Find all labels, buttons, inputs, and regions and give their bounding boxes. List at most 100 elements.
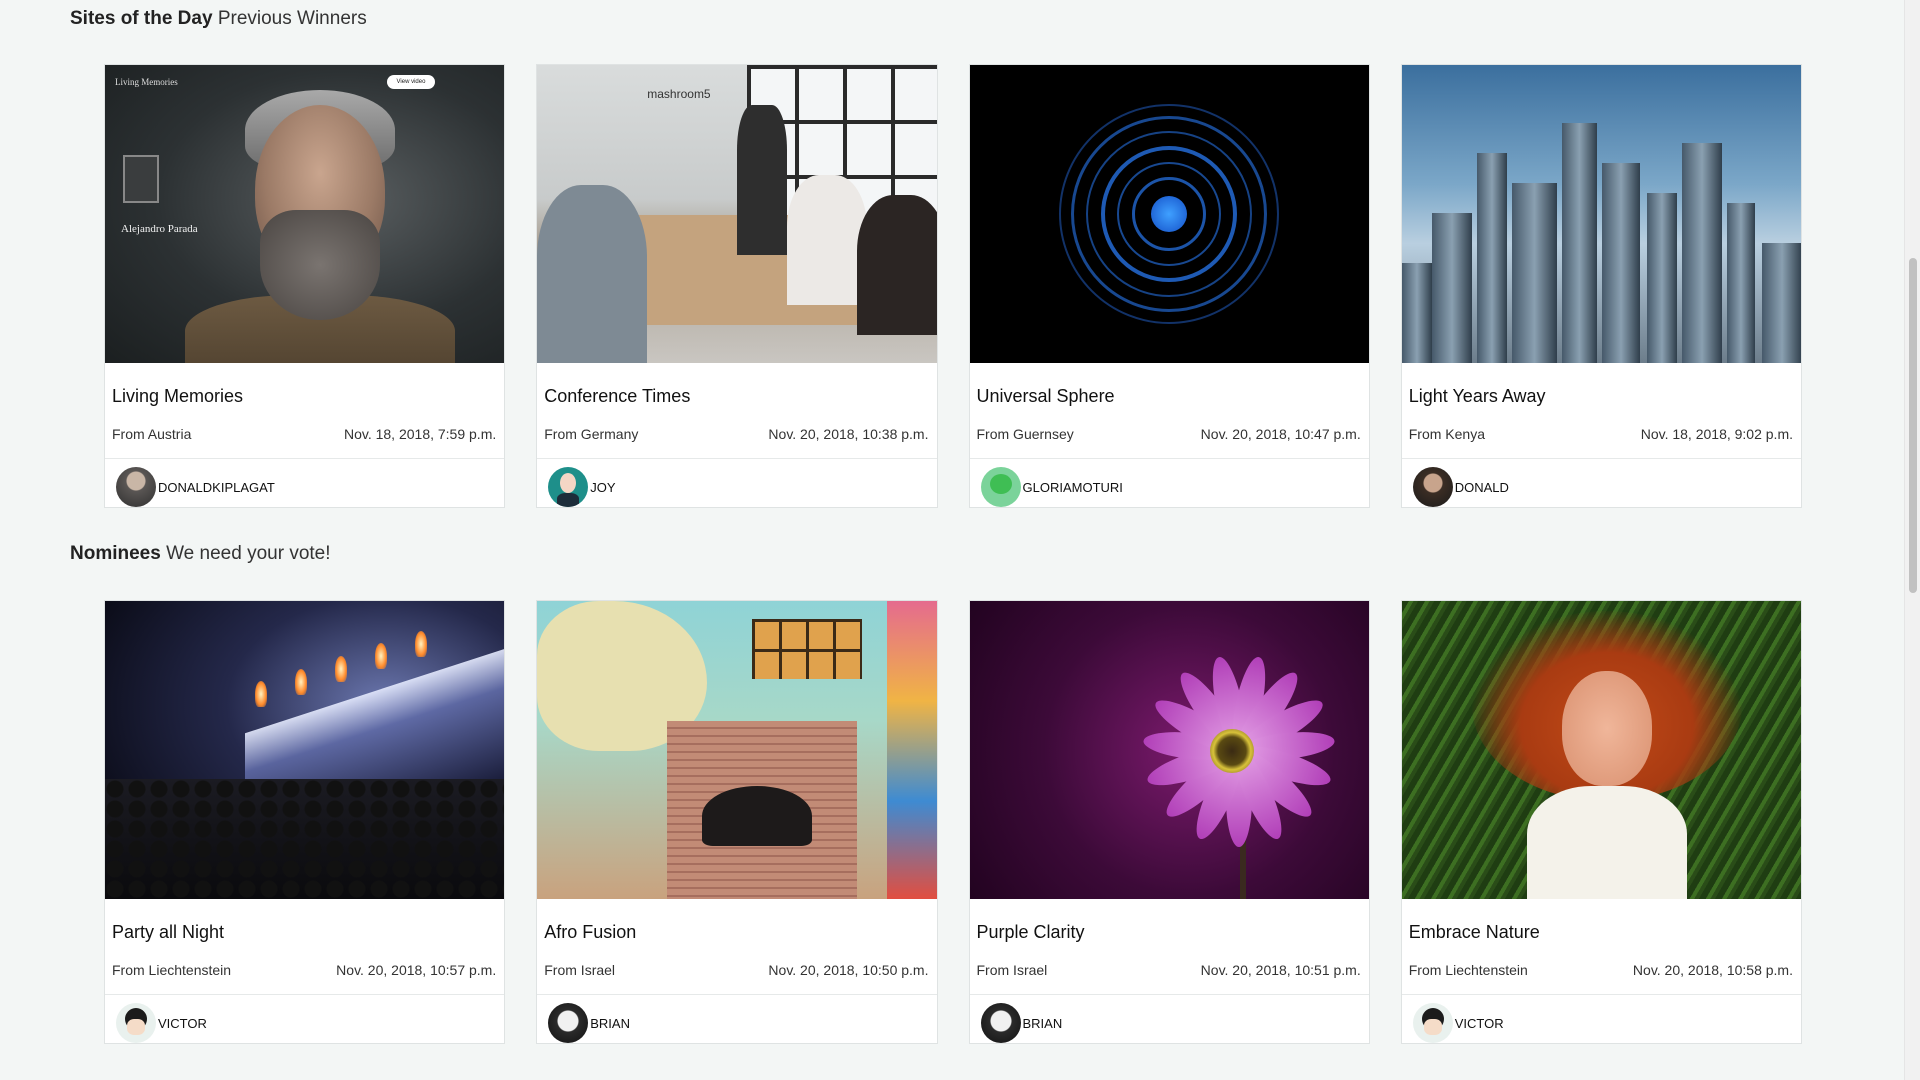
site-date: Nov. 18, 2018, 9:02 p.m. [1640, 426, 1793, 443]
site-author[interactable]: GLORIAMOTURI [970, 459, 1369, 507]
thumbnail-shape [1646, 193, 1677, 364]
site-card[interactable]: Light Years Away From Kenya Nov. 18, 201… [1400, 64, 1802, 508]
scrollbar-thumb[interactable] [1909, 258, 1917, 593]
site-meta: From Germany Nov. 20, 2018, 10:38 p.m. [537, 416, 936, 449]
site-author[interactable]: DONALDKIPLAGAT [105, 459, 504, 507]
site-thumbnail[interactable] [537, 601, 937, 900]
site-meta: From Israel Nov. 20, 2018, 10:51 p.m. [970, 952, 1369, 985]
nominees-title: Nominees [70, 543, 161, 564]
winners-subtitle: Previous Winners [217, 8, 367, 29]
site-date: Nov. 20, 2018, 10:51 p.m. [1200, 962, 1361, 979]
thumbnail-shape [1726, 203, 1755, 364]
site-thumbnail[interactable] [969, 601, 1369, 900]
site-author[interactable]: VICTOR [105, 995, 504, 1043]
thumbnail-portrait-photo [123, 155, 159, 203]
site-title[interactable]: Living Memories [105, 363, 504, 416]
site-date: Nov. 20, 2018, 10:50 p.m. [768, 962, 929, 979]
thumbnail-shape [1526, 786, 1687, 900]
thumbnail-shape [335, 656, 347, 682]
site-date: Nov. 20, 2018, 10:38 p.m. [768, 426, 929, 443]
site-thumbnail[interactable] [1401, 65, 1801, 364]
avatar[interactable] [980, 1003, 1021, 1043]
site-country: From Israel [976, 962, 1048, 979]
thumbnail-shape [1476, 153, 1507, 364]
site-card[interactable]: Afro Fusion From Israel Nov. 20, 2018, 1… [536, 600, 938, 1044]
site-meta: From Austria Nov. 18, 2018, 7:59 p.m. [105, 416, 504, 449]
site-meta: From Liechtenstein Nov. 20, 2018, 10:57 … [105, 952, 504, 985]
site-title[interactable]: Conference Times [537, 363, 936, 416]
avatar[interactable] [1412, 467, 1453, 507]
avatar[interactable] [548, 1003, 589, 1043]
thumbnail-shape [1561, 123, 1597, 364]
site-meta: From Kenya Nov. 18, 2018, 9:02 p.m. [1402, 416, 1801, 449]
thumbnail-shape [752, 619, 863, 679]
thumbnail-shape [702, 786, 813, 846]
site-author[interactable]: BRIAN [970, 995, 1369, 1043]
site-title[interactable]: Light Years Away [1402, 363, 1801, 416]
site-title[interactable]: Embrace Nature [1402, 899, 1801, 952]
thumbnail-shape [1561, 671, 1652, 786]
author-name[interactable]: VICTOR [1455, 1016, 1504, 1031]
site-meta: From Israel Nov. 20, 2018, 10:50 p.m. [537, 952, 936, 985]
author-name[interactable]: VICTOR [158, 1016, 207, 1031]
site-country: From Israel [544, 962, 616, 979]
winners-grid: Living Memories View video Alejandro Par… [104, 64, 1802, 508]
site-thumbnail[interactable] [1401, 601, 1801, 900]
site-author[interactable]: VICTOR [1402, 995, 1801, 1043]
site-meta: From Guernsey Nov. 20, 2018, 10:47 p.m. [970, 416, 1369, 449]
author-name[interactable]: JOY [590, 480, 615, 495]
site-title[interactable]: Afro Fusion [537, 899, 936, 952]
nominees-grid: Party all Night From Liechtenstein Nov. … [104, 600, 1802, 1044]
site-author[interactable]: JOY [537, 459, 936, 507]
author-name[interactable]: GLORIAMOTURI [1023, 480, 1123, 495]
thumbnail-shape [1681, 143, 1722, 364]
thumbnail-shape [1761, 243, 1801, 364]
site-country: From Germany [544, 426, 639, 443]
site-meta: From Liechtenstein Nov. 20, 2018, 10:58 … [1402, 952, 1801, 985]
winners-heading: Sites of the Day Previous Winners [70, 8, 367, 30]
thumbnail-shape [1601, 163, 1640, 364]
site-thumbnail[interactable] [969, 65, 1369, 364]
thumbnail-shape [255, 681, 267, 707]
site-date: Nov. 18, 2018, 7:59 p.m. [343, 426, 497, 443]
site-country: From Liechtenstein [1408, 962, 1528, 979]
site-card[interactable]: Embrace Nature From Liechtenstein Nov. 2… [1400, 600, 1802, 1044]
site-thumbnail[interactable]: Living Memories View video Alejandro Par… [105, 65, 505, 364]
avatar[interactable] [1412, 1003, 1453, 1043]
thumbnail-shape [787, 175, 868, 305]
thumbnail-name-text: Alejandro Parada [121, 223, 198, 235]
avatar[interactable] [116, 467, 156, 507]
avatar[interactable] [980, 467, 1021, 507]
vertical-scrollbar[interactable] [1904, 0, 1920, 1080]
site-country: From Austria [112, 426, 192, 443]
site-card[interactable]: Party all Night From Liechtenstein Nov. … [104, 600, 506, 1044]
winners-title: Sites of the Day [70, 8, 213, 29]
site-title[interactable]: Party all Night [105, 899, 504, 952]
site-title[interactable]: Purple Clarity [970, 899, 1369, 952]
author-name[interactable]: DONALD [1455, 480, 1509, 495]
thumbnail-shape [260, 210, 380, 320]
site-date: Nov. 20, 2018, 10:58 p.m. [1632, 962, 1793, 979]
site-author[interactable]: DONALD [1402, 459, 1801, 507]
site-title[interactable]: Universal Sphere [970, 363, 1369, 416]
avatar[interactable] [116, 1003, 156, 1043]
site-thumbnail[interactable] [105, 601, 505, 900]
site-thumbnail[interactable]: mashroom5 [537, 65, 937, 364]
author-name[interactable]: BRIAN [1023, 1016, 1063, 1031]
thumbnail-shape [1209, 729, 1254, 773]
author-name[interactable]: DONALDKIPLAGAT [158, 480, 275, 495]
site-author[interactable]: BRIAN [537, 995, 936, 1043]
site-card[interactable]: Universal Sphere From Guernsey Nov. 20, … [968, 64, 1370, 508]
thumbnail-shape [1151, 196, 1188, 233]
site-date: Nov. 20, 2018, 10:47 p.m. [1200, 426, 1361, 443]
site-card[interactable]: Living Memories View video Alejandro Par… [104, 64, 506, 508]
thumbnail-shape [1511, 183, 1557, 364]
site-card[interactable]: Purple Clarity From Israel Nov. 20, 2018… [968, 600, 1370, 1044]
site-country: From Liechtenstein [112, 962, 232, 979]
nominees-subtitle: We need your vote! [166, 543, 331, 564]
site-card[interactable]: mashroom5 Conference Times From Germany … [536, 64, 938, 508]
thumbnail-shape [295, 669, 307, 695]
avatar[interactable] [548, 467, 589, 507]
author-name[interactable]: BRIAN [590, 1016, 630, 1031]
nominees-heading: Nominees We need your vote! [70, 543, 331, 565]
